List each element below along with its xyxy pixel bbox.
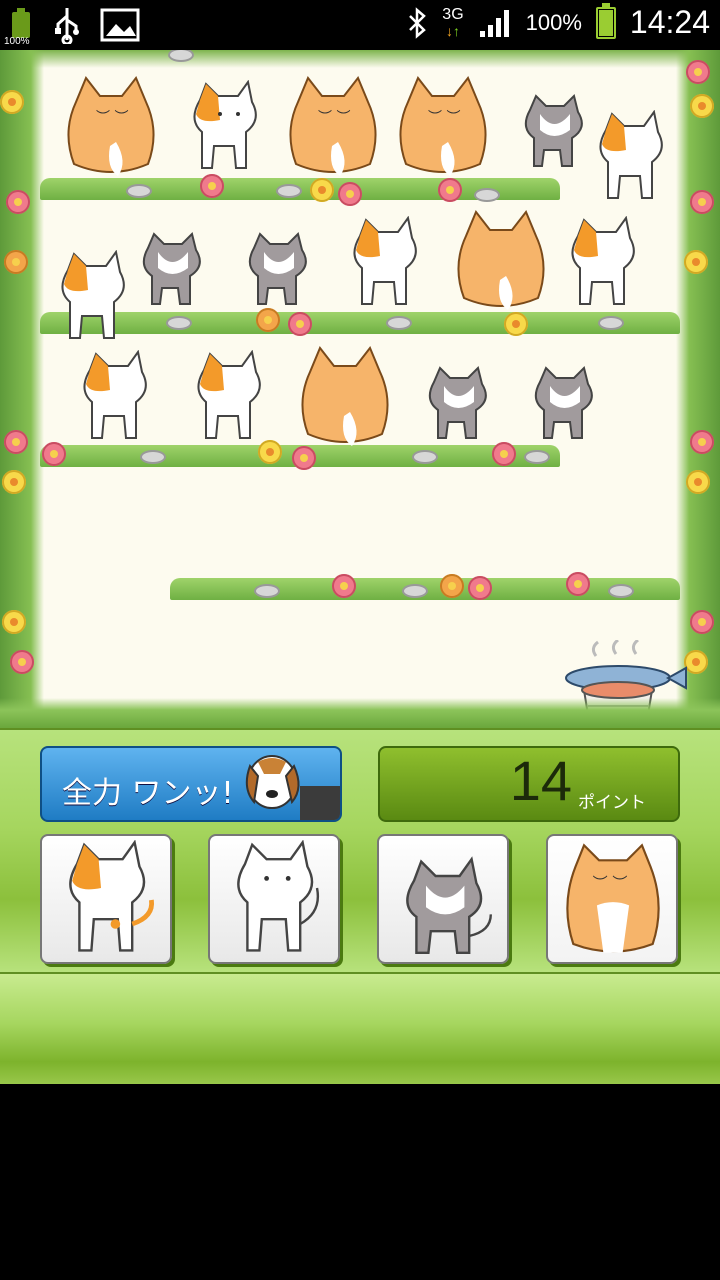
flower (0, 90, 24, 114)
gray-tabby-cat-icon (406, 856, 492, 954)
signal-icon (479, 9, 509, 37)
flower (4, 430, 28, 454)
battery-percent: 100% (525, 9, 582, 35)
calico-cat (180, 80, 270, 180)
battery-notification-icon: 100% (4, 6, 34, 47)
flower (690, 430, 714, 454)
stone (598, 316, 624, 330)
flower (332, 574, 356, 598)
control-panel: 全力 ワンッ! 14 ポイント ︶ ︶ (0, 728, 720, 972)
svg-text:︶ ︶: ︶ ︶ (428, 110, 460, 126)
calico-cat (558, 216, 648, 316)
flower (690, 190, 714, 214)
status-bar: 100% 3G ↓↑ 100% 14:24 (0, 0, 720, 50)
flower (6, 190, 30, 214)
svg-text:︶ ︶: ︶ ︶ (593, 874, 628, 892)
flower (10, 650, 34, 674)
stone (402, 584, 428, 598)
white-cat-icon (237, 840, 319, 952)
flower (4, 250, 28, 274)
flower (42, 442, 66, 466)
flower (288, 312, 312, 336)
image-icon (100, 8, 140, 42)
calico-cat (586, 110, 676, 210)
clock: 14:24 (629, 4, 710, 40)
flower (338, 182, 362, 206)
points-display: 14 ポイント (378, 746, 680, 822)
orange-fat-cat (446, 206, 556, 316)
flower (468, 576, 492, 600)
calico-cat (70, 350, 160, 450)
svg-text:︶ ︶: ︶ ︶ (318, 110, 350, 126)
spawn-orange-cat-button[interactable]: ︶ ︶ (546, 834, 678, 964)
orange-fat-cat-icon: ︶ ︶ (566, 843, 660, 953)
calico-cat (48, 250, 138, 350)
screen: 100% 3G ↓↑ 100% 14:24 ︶ ︶ ︶ ︶ ︶ ︶ 全力 ワンッ… (0, 0, 720, 1280)
flower (2, 610, 26, 634)
bottom-panel (0, 972, 720, 1084)
stone (276, 184, 302, 198)
flower (566, 572, 590, 596)
stone (524, 450, 550, 464)
stone (412, 450, 438, 464)
orange-fat-cat: ︶ ︶ (388, 72, 498, 182)
flower (2, 470, 26, 494)
battery-icon (595, 2, 616, 39)
beagle-icon (245, 755, 340, 820)
network-label: 3G (442, 5, 464, 23)
stone (386, 316, 412, 330)
stone (254, 584, 280, 598)
stone (608, 584, 634, 598)
gray-tabby-cat (516, 94, 596, 174)
flower (690, 94, 714, 118)
stone (474, 188, 500, 202)
game-field[interactable]: ︶ ︶ ︶ ︶ ︶ ︶ (0, 50, 720, 728)
power-woof-button[interactable]: 全力 ワンッ! (40, 746, 342, 822)
flower (684, 250, 708, 274)
network-type: 3G ↓↑ (442, 5, 464, 39)
spawn-calico-cat-button[interactable] (40, 834, 172, 964)
battery-notification-label: 100% (4, 36, 30, 47)
hedge-top (0, 50, 720, 68)
spawn-gray-cat-button[interactable] (377, 834, 509, 964)
flower (440, 574, 464, 598)
flower (690, 610, 714, 634)
calico-cat (184, 350, 274, 450)
points-unit: ポイント (578, 793, 646, 813)
stone (140, 450, 166, 464)
usb-icon (55, 8, 79, 44)
spawn-white-cat-button[interactable] (208, 834, 340, 964)
power-woof-label: 全力 ワンッ! (62, 776, 234, 811)
stone (166, 316, 192, 330)
bottom-empty-area (0, 1084, 720, 1280)
gray-tabby-cat (134, 232, 214, 312)
gray-tabby-cat (526, 366, 606, 446)
stone (126, 184, 152, 198)
hedge-bottom (0, 698, 720, 728)
orange-fat-cat (290, 342, 400, 452)
gray-tabby-cat (240, 232, 320, 312)
gray-tabby-cat (420, 366, 500, 446)
orange-fat-cat: ︶ ︶ (56, 72, 166, 182)
calico-cat-icon (69, 840, 155, 952)
bluetooth-icon (409, 6, 427, 39)
flower (686, 60, 710, 84)
calico-cat (340, 216, 430, 316)
orange-fat-cat: ︶ ︶ (278, 72, 388, 182)
flower (686, 470, 710, 494)
svg-text:︶ ︶: ︶ ︶ (96, 110, 128, 126)
points-value: 14 (509, 749, 572, 812)
